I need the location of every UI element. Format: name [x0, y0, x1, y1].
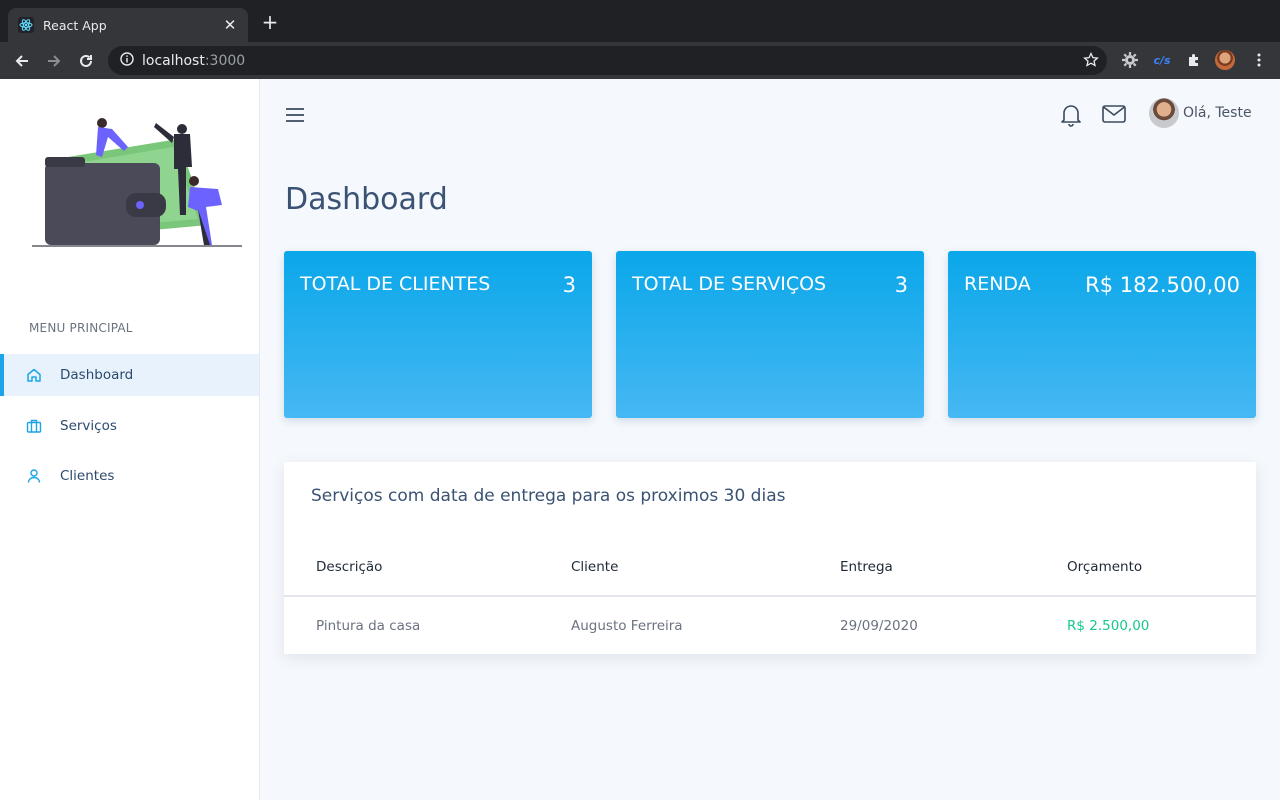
profile-avatar-icon[interactable] — [1215, 50, 1235, 70]
upcoming-services-panel: Serviços com data de entrega para os pro… — [284, 462, 1256, 654]
back-icon[interactable] — [11, 50, 33, 72]
site-info-icon[interactable] — [120, 51, 134, 70]
browser-menu-icon[interactable] — [1249, 50, 1269, 70]
sidebar-item-label: Dashboard — [60, 367, 134, 383]
react-logo-icon — [18, 17, 34, 33]
user-icon — [26, 468, 42, 484]
menu-title: MENU PRINCIPAL — [29, 321, 133, 335]
stat-card-servicos: TOTAL DE SERVIÇOS 3 — [616, 251, 924, 418]
bookmark-star-icon[interactable] — [1083, 51, 1099, 72]
tab-title: React App — [43, 17, 107, 33]
stat-card-value: 3 — [562, 273, 576, 297]
column-header-descricao: Descrição — [316, 559, 383, 575]
stat-card-renda: RENDA R$ 182.500,00 — [948, 251, 1256, 418]
cell-cliente: Augusto Ferreira — [571, 618, 683, 634]
extensions-puzzle-icon[interactable] — [1184, 50, 1204, 70]
menu-toggle-icon[interactable] — [285, 106, 305, 124]
browser-toolbar: localhost:3000 c/s — [0, 42, 1280, 79]
stat-card-title: TOTAL DE CLIENTES — [300, 273, 491, 295]
briefcase-icon — [26, 418, 42, 434]
cell-orcamento: R$ 2.500,00 — [1067, 618, 1150, 634]
column-header-entrega: Entrega — [840, 559, 893, 575]
sidebar-item-servicos[interactable]: Serviços — [0, 405, 259, 447]
forward-icon[interactable] — [43, 50, 65, 72]
sidebar-item-label: Serviços — [60, 418, 117, 434]
column-header-cliente: Cliente — [571, 559, 619, 575]
sidebar-item-clientes[interactable]: Clientes — [0, 455, 259, 497]
table-divider — [284, 595, 1256, 597]
messages-mail-icon[interactable] — [1102, 105, 1126, 127]
user-avatar[interactable] — [1149, 98, 1179, 128]
user-greeting[interactable]: Olá, Teste — [1183, 105, 1252, 121]
column-header-orcamento: Orçamento — [1067, 559, 1143, 575]
stat-card-clientes: TOTAL DE CLIENTES 3 — [284, 251, 592, 418]
close-tab-icon[interactable]: ✕ — [222, 16, 238, 34]
url-port: :3000 — [204, 52, 246, 69]
url-host: localhost — [142, 52, 205, 69]
extension-cjs-icon[interactable]: c/s — [1152, 50, 1172, 70]
stat-card-title: TOTAL DE SERVIÇOS — [632, 273, 827, 295]
cell-descricao: Pintura da casa — [316, 618, 421, 634]
settings-gear-icon[interactable] — [1120, 50, 1140, 70]
home-icon — [26, 367, 42, 383]
wallet-illustration — [28, 107, 244, 249]
reload-icon[interactable] — [75, 50, 97, 72]
sidebar-item-label: Clientes — [60, 468, 115, 484]
sidebar-item-dashboard[interactable]: Dashboard — [0, 354, 259, 396]
stat-card-value: 3 — [894, 273, 908, 297]
browser-tab-bar: React App ✕ + — [0, 0, 1280, 42]
address-bar[interactable]: localhost:3000 — [108, 46, 1107, 75]
notifications-bell-icon[interactable] — [1060, 103, 1082, 131]
panel-title: Serviços com data de entrega para os pro… — [311, 486, 786, 506]
cell-entrega: 29/09/2020 — [840, 618, 918, 634]
sidebar: MENU PRINCIPAL Dashboard Serviços Client… — [0, 79, 260, 800]
stat-card-title: RENDA — [964, 273, 1031, 295]
page-title: Dashboard — [285, 182, 448, 217]
browser-tab[interactable]: React App ✕ — [8, 8, 248, 42]
stat-card-value: R$ 182.500,00 — [1085, 273, 1240, 297]
new-tab-icon[interactable]: + — [260, 12, 280, 32]
